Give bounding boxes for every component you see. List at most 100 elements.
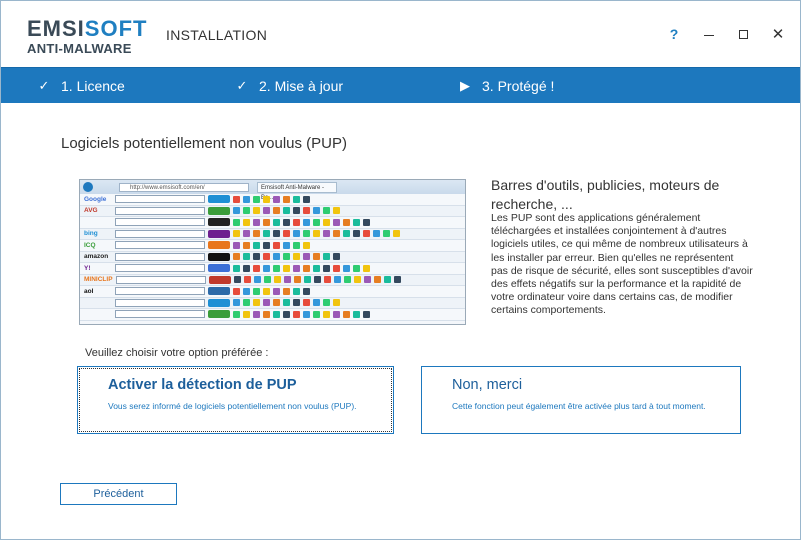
illustration-toolbar-row: AVG: [80, 205, 465, 217]
close-button[interactable]: ✕: [767, 23, 789, 45]
toolbar-app-icon: [323, 218, 330, 226]
toolbar-brand: bing: [84, 230, 98, 238]
enable-pup-detection-option[interactable]: Activer la détection de PUP Vous serez i…: [77, 366, 394, 434]
toolbar-app-icon: [263, 264, 270, 272]
toolbar-app-icon: [253, 253, 260, 261]
toolbar-app-icon: [323, 264, 330, 272]
toolbar-app-icon: [243, 276, 251, 284]
toolbar-app-icon: [323, 207, 330, 215]
toolbar-app-icon: [293, 264, 300, 272]
toolbar-app-icon: [333, 264, 340, 272]
toolbar-app-icon: [263, 241, 270, 249]
toolbar-brand: AVG: [84, 207, 98, 215]
logo-wordmark-right: SOFT: [84, 16, 148, 41]
illustration-toolbar-row: bing: [80, 228, 465, 240]
toolbar-brand: Y!: [84, 264, 91, 272]
previous-button[interactable]: Précédent: [60, 483, 177, 505]
toolbar-app-icon: [323, 253, 330, 261]
toolbar-search-field: [115, 298, 205, 307]
illustration-toolbars: Google AVG bing ICQ amazon Y! MINICLIP aol: [80, 194, 465, 321]
toolbar-app-icon: [253, 264, 260, 272]
close-icon: ✕: [771, 24, 785, 43]
toolbar-search-field: [115, 218, 205, 227]
toolbar-app-icon: [273, 276, 281, 284]
toolbar-app-icon: [283, 195, 290, 203]
step-protected: ▶ 3. Protégé !: [456, 68, 554, 104]
toolbar-brand: aol: [84, 287, 94, 295]
toolbar-app-icon: [253, 287, 260, 295]
toolbar-app-icon: [243, 264, 250, 272]
step-licence: ✓ 1. Licence: [35, 68, 125, 104]
toolbar-search-field: [115, 241, 205, 250]
illustration-tab: Emsisoft Anti-Malware - Be...: [257, 181, 337, 201]
toolbar-app-icon: [363, 264, 370, 272]
toolbar-app-icon: [283, 276, 291, 284]
toolbar-app-icon: [293, 207, 300, 215]
step-update: ✓ 2. Mise à jour: [233, 68, 344, 104]
toolbar-app-icon: [233, 230, 240, 238]
installer-window: EMSISOFT ANTI-MALWARE INSTALLATION ? ✕ ✓…: [0, 0, 801, 540]
illustration-toolbar-row: [80, 217, 465, 229]
logo-wordmark: EMSISOFT: [27, 18, 147, 40]
toolbar-app-icon: [303, 218, 310, 226]
toolbar-app-icon: [243, 287, 250, 295]
header: EMSISOFT ANTI-MALWARE INSTALLATION ? ✕: [1, 1, 800, 67]
toolbar-app-icon: [263, 218, 270, 226]
toolbar-app-icon: [313, 230, 320, 238]
toolbar-app-icon: [293, 253, 300, 261]
toolbar-search-button: [208, 218, 230, 227]
toolbar-app-icon: [333, 299, 340, 307]
toolbar-app-icon: [263, 253, 270, 261]
toolbar-app-icon: [233, 287, 240, 295]
toolbar-app-icon: [313, 276, 321, 284]
emsisoft-logo: EMSISOFT ANTI-MALWARE: [27, 18, 147, 57]
toolbar-app-icon: [303, 207, 310, 215]
minimize-icon: [704, 34, 714, 36]
maximize-button[interactable]: [732, 23, 754, 45]
toolbar-app-icon: [263, 195, 270, 203]
toolbar-app-icon: [363, 276, 371, 284]
illustration-toolbar-row: aol: [80, 286, 465, 298]
toolbar-brand: ICQ: [84, 241, 96, 249]
toolbar-app-icon: [353, 230, 360, 238]
minimize-button[interactable]: [698, 23, 720, 45]
toolbar-brand: MINICLIP: [84, 276, 113, 284]
toolbar-search-button: [208, 241, 230, 250]
toolbar-app-icon: [333, 310, 340, 318]
toolbar-app-icon: [353, 276, 361, 284]
toolbar-app-icon: [233, 195, 240, 203]
toolbar-app-icon: [243, 253, 250, 261]
toolbar-search-button: [208, 206, 230, 215]
toolbar-app-icon: [253, 207, 260, 215]
illustration-address-bar: http://www.emsisoft.com/en/: [119, 182, 249, 192]
toolbar-app-icon: [253, 276, 261, 284]
help-button[interactable]: ?: [663, 23, 685, 45]
toolbar-app-icon: [233, 299, 240, 307]
toolbar-app-icon: [273, 287, 280, 295]
toolbar-app-icon: [323, 276, 331, 284]
toolbar-app-icon: [243, 195, 250, 203]
toolbar-app-icon: [313, 264, 320, 272]
no-thanks-option[interactable]: Non, merci Cette fonction peut également…: [421, 366, 741, 434]
toolbar-app-icon: [353, 310, 360, 318]
toolbar-app-icon: [393, 230, 400, 238]
toolbar-search-button: [208, 310, 230, 319]
toolbar-app-icon: [383, 230, 390, 238]
toolbar-app-icon: [333, 230, 340, 238]
steps-bar: ✓ 1. Licence ✓ 2. Mise à jour ▶ 3. Proté…: [1, 67, 800, 103]
toolbar-app-icon: [323, 230, 330, 238]
toolbar-app-icon: [303, 287, 310, 295]
option-title: Non, merci: [452, 377, 523, 393]
toolbar-app-icon: [283, 253, 290, 261]
toolbar-search-button: [208, 287, 230, 296]
toolbar-search-button: [208, 195, 230, 204]
toolbar-app-icon: [263, 310, 270, 318]
toolbar-app-icon: [343, 264, 350, 272]
toolbar-app-icon: [363, 218, 370, 226]
illustration-browser-titlebar: http://www.emsisoft.com/en/ Emsisoft Ant…: [80, 180, 465, 201]
page-heading: Logiciels potentiellement non voulus (PU…: [61, 135, 347, 152]
toolbar-app-icon: [333, 207, 340, 215]
check-icon: ✓: [38, 78, 50, 93]
toolbar-app-icon: [343, 230, 350, 238]
option-description: Cette fonction peut également être activ…: [452, 401, 706, 411]
